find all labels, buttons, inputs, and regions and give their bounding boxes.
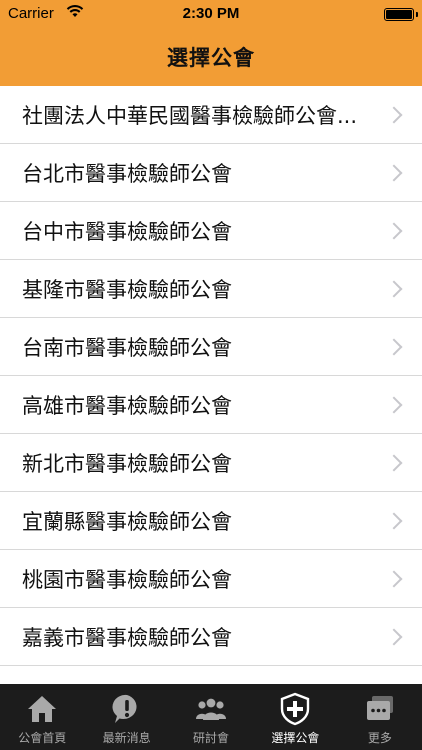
list-item[interactable]: 新北市醫事檢驗師公會 [0,434,422,492]
list-item-label: 嘉義市醫事檢驗師公會 [22,625,232,650]
list-item-label: 新北市醫事檢驗師公會 [22,451,232,476]
list-item-label: 基隆市醫事檢驗師公會 [22,277,232,302]
tab-label: 研討會 [193,731,230,745]
more-icon [363,692,397,726]
tab-bar: 公會首頁 最新消息 研討會 選擇公會 更多 [0,684,422,750]
shield-plus-icon [278,692,312,726]
tab-group[interactable]: 研討會 [169,684,253,750]
list-item[interactable]: 高雄市醫事檢驗師公會 [0,376,422,434]
list-item[interactable]: 基隆市醫事檢驗師公會 [0,260,422,318]
chevron-right-icon [385,512,403,529]
list-item[interactable]: 宜蘭縣醫事檢驗師公會 [0,492,422,550]
list-item-label: 桃園市醫事檢驗師公會 [22,567,232,592]
list-item[interactable]: 台北市醫事檢驗師公會 [0,144,422,202]
tab-home[interactable]: 公會首頁 [0,684,84,750]
list-item[interactable]: 嘉義市醫事檢驗師公會 [0,608,422,666]
chevron-right-icon [385,280,403,297]
list-item-label: 台南市醫事檢驗師公會 [22,335,232,360]
nav-header: Carrier 2:30 PM 選擇公會 [0,0,422,86]
battery-tip [416,12,418,17]
tab-shield-plus[interactable]: 選擇公會 [253,684,337,750]
chevron-right-icon [385,338,403,355]
alert-icon [110,692,144,726]
tab-more[interactable]: 更多 [338,684,422,750]
home-icon [25,692,59,726]
tab-label: 最新消息 [102,731,151,745]
list-item-label: 台中市醫事檢驗師公會 [22,219,232,244]
tab-label: 更多 [367,731,392,745]
tab-alert[interactable]: 最新消息 [84,684,168,750]
chevron-right-icon [385,628,403,645]
list-item[interactable]: 社團法人中華民國醫事檢驗師公會... [0,86,422,144]
list-item[interactable]: 新竹市醫事檢驗師公會 [0,666,422,685]
chevron-right-icon [385,396,403,413]
chevron-right-icon [385,222,403,239]
tab-label: 選擇公會 [271,731,320,745]
chevron-right-icon [385,106,403,123]
chevron-right-icon [385,164,403,181]
list-item-label: 社團法人中華民國醫事檢驗師公會... [22,103,358,128]
union-list: 社團法人中華民國醫事檢驗師公會... 台北市醫事檢驗師公會 台中市醫事檢驗師公會 基隆… [0,86,422,684]
list-item[interactable]: 桃園市醫事檢驗師公會 [0,550,422,608]
list-item-label: 台北市醫事檢驗師公會 [22,161,232,186]
chevron-right-icon [385,454,403,471]
battery-icon [384,8,414,21]
list-item[interactable]: 台南市醫事檢驗師公會 [0,318,422,376]
list-item-label: 宜蘭縣醫事檢驗師公會 [22,509,232,534]
list-item[interactable]: 台中市醫事檢驗師公會 [0,202,422,260]
group-icon [194,692,228,726]
page-title: 選擇公會 [167,46,255,70]
status-time: 2:30 PM [182,5,240,22]
status-bar: Carrier 2:30 PM [0,0,422,30]
chevron-right-icon [385,570,403,587]
list-item-label: 高雄市醫事檢驗師公會 [22,393,232,418]
tab-label: 公會首頁 [18,731,67,745]
